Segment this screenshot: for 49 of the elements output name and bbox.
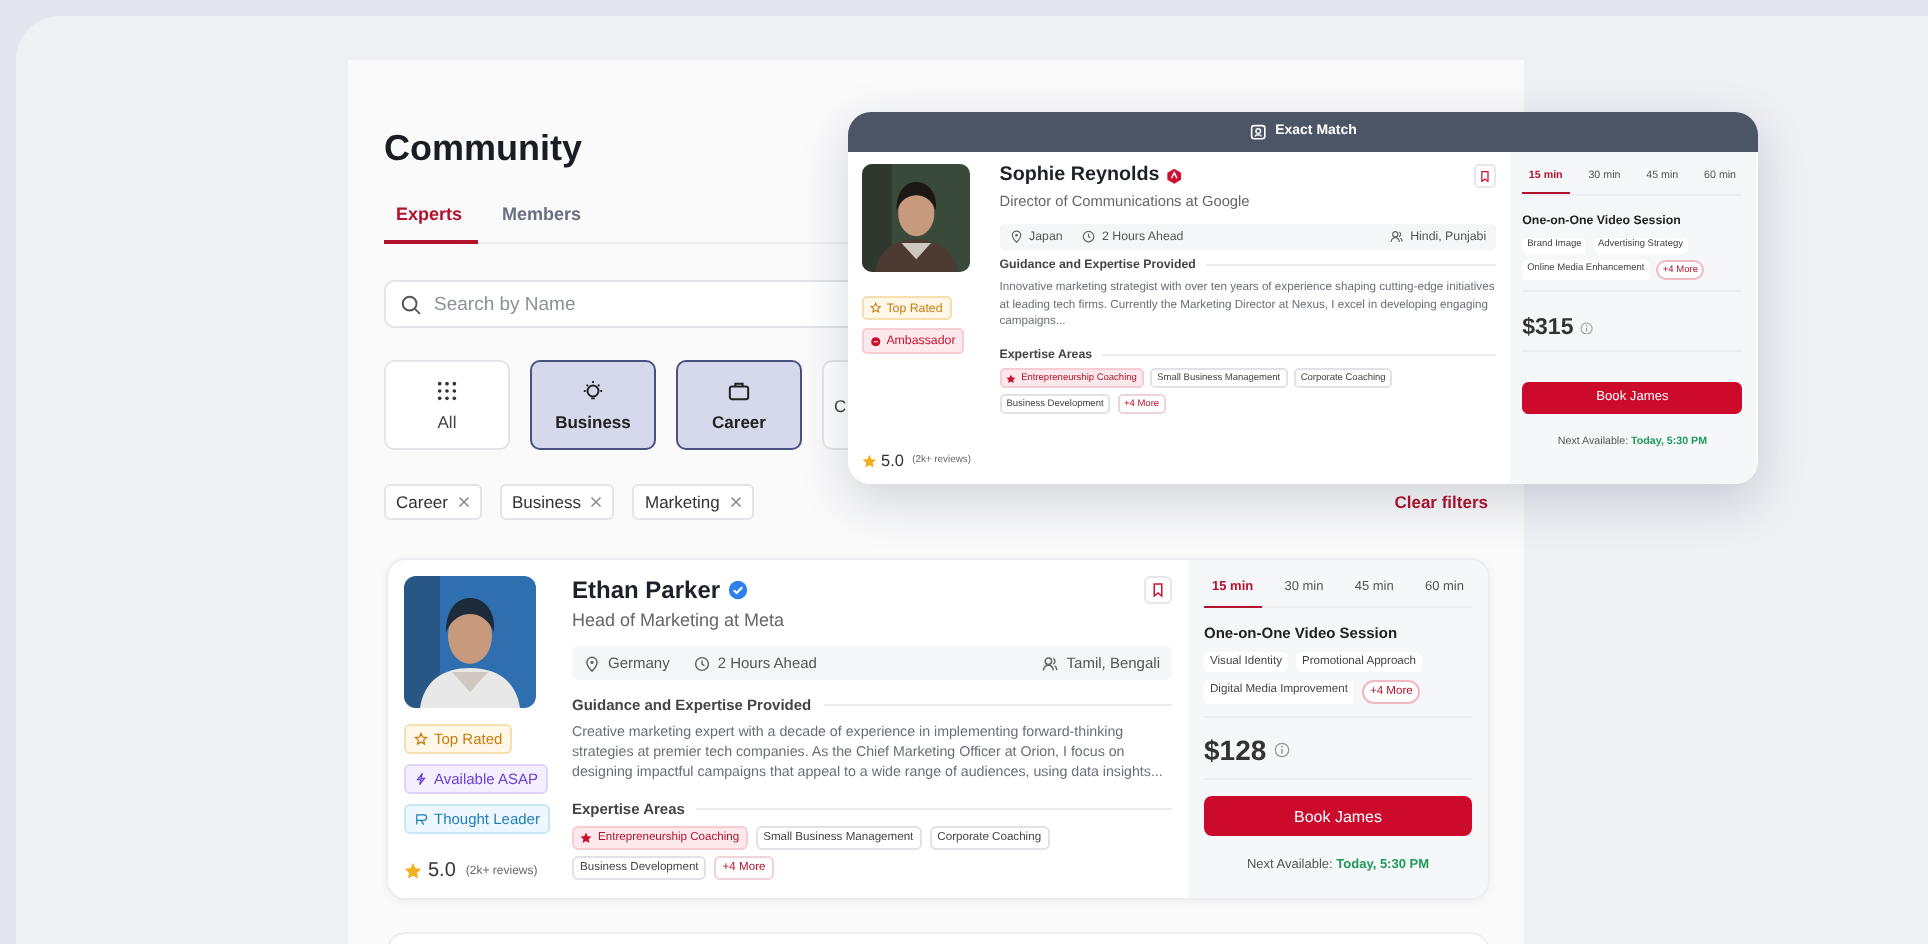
lightning-icon: [414, 772, 428, 786]
location-pin-icon: [584, 655, 600, 671]
briefcase-icon: [728, 379, 750, 401]
people-icon: [1042, 655, 1059, 671]
star-icon: [580, 831, 592, 844]
expert-name: Ethan Parker: [572, 576, 721, 604]
expert-title: Director of Communications at Google: [999, 192, 1252, 211]
category-tile[interactable]: All: [384, 360, 510, 450]
lightbulb-icon: [582, 379, 604, 401]
category-tile[interactable]: Career: [676, 360, 802, 450]
close-icon: [729, 496, 742, 508]
ambassador-icon: [1166, 167, 1183, 185]
badge-icon: [869, 335, 882, 347]
verified-icon: [728, 580, 749, 600]
filter-chip[interactable]: Career: [384, 484, 482, 520]
people-icon: [1390, 230, 1404, 244]
filter-chip[interactable]: Business: [499, 484, 615, 520]
expert-title: Head of Marketing at Meta: [572, 610, 787, 630]
tab[interactable]: Experts: [384, 194, 479, 244]
bookmark-button[interactable]: [1144, 576, 1172, 604]
expert-name: Sophie Reynolds: [999, 164, 1160, 187]
rating-value: 5.0: [428, 860, 456, 882]
category-tile[interactable]: Business: [530, 360, 656, 450]
book-button[interactable]: Book James: [1204, 796, 1472, 836]
location-pin-icon: [1009, 230, 1023, 244]
star-outline-icon: [414, 732, 428, 746]
star-icon: [1006, 373, 1017, 384]
clock-icon: [1082, 230, 1096, 244]
page-title: Community: [384, 126, 582, 170]
info-icon: [1580, 321, 1594, 335]
star-outline-icon: [869, 302, 882, 314]
star-icon: [861, 453, 877, 469]
price: $128: [1204, 734, 1267, 766]
grid-icon: [436, 379, 458, 401]
match-icon: [1249, 123, 1266, 140]
rating-value: 5.0: [881, 452, 904, 471]
info-icon: [1274, 742, 1291, 758]
bookmark-icon: [1479, 169, 1490, 183]
close-icon: [590, 496, 603, 508]
star-icon: [404, 862, 422, 880]
bookmark-button[interactable]: [1473, 164, 1497, 188]
clock-icon: [693, 655, 710, 671]
price: $315: [1522, 315, 1574, 340]
close-icon: [457, 496, 470, 508]
bookmark-icon: [1152, 582, 1164, 598]
tab[interactable]: Members: [490, 194, 598, 244]
search-icon: [400, 294, 422, 316]
filter-chip[interactable]: Marketing: [632, 484, 754, 520]
clear-filters-link[interactable]: Clear filters: [1394, 492, 1488, 512]
